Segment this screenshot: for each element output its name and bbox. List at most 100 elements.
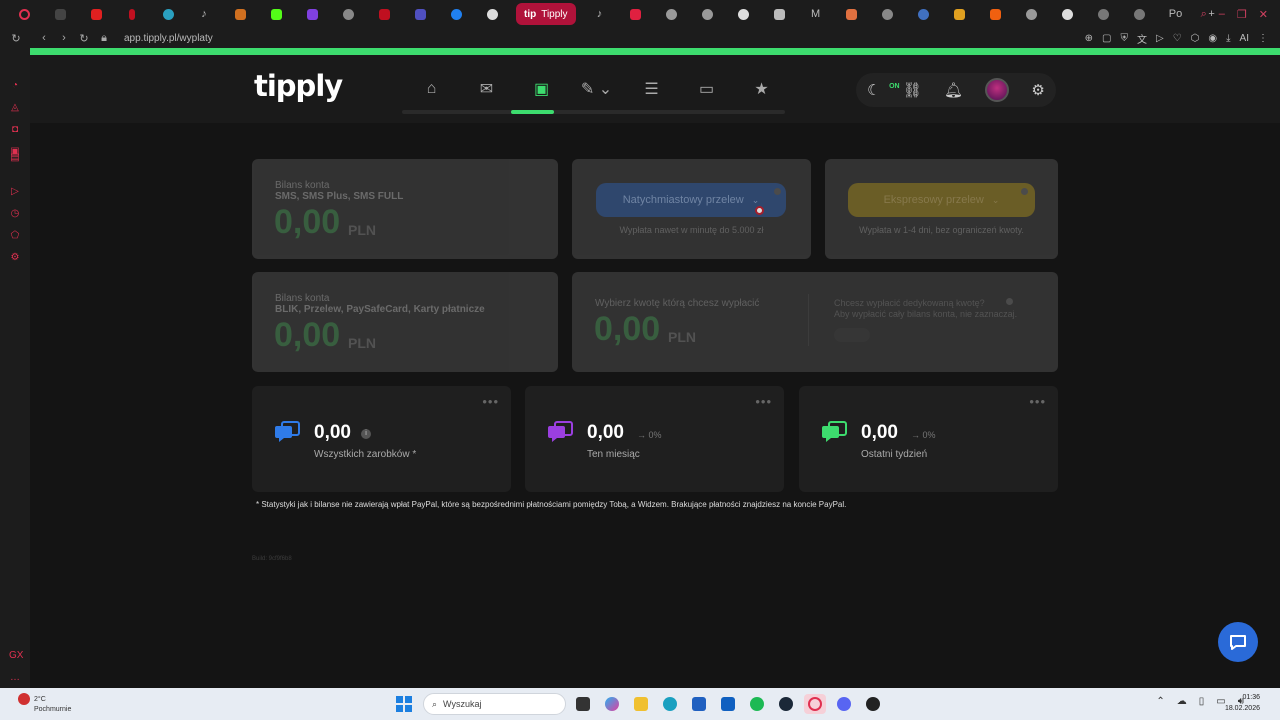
tab-icon[interactable] xyxy=(942,0,978,28)
workspaces-icon[interactable]: ◬ xyxy=(9,102,21,114)
google-tab-icon[interactable] xyxy=(1050,0,1086,28)
heart-icon[interactable]: ♡ xyxy=(1173,33,1182,44)
layers-icon[interactable]: ☰ xyxy=(624,77,679,101)
menu-icon[interactable]: ⋮ xyxy=(1258,33,1268,44)
shield-icon[interactable]: ⛨ xyxy=(1120,33,1128,44)
snapshot-icon[interactable]: ▢ xyxy=(1102,33,1111,44)
tab-icon[interactable] xyxy=(690,0,726,28)
info-icon[interactable] xyxy=(774,188,781,195)
settings-icon[interactable]: ⚙ xyxy=(9,252,21,264)
tab-icon[interactable] xyxy=(870,0,906,28)
tab-po[interactable]: Po xyxy=(1158,0,1194,28)
app-icon[interactable] xyxy=(862,694,884,714)
avatar[interactable] xyxy=(985,78,1010,102)
tab-icon[interactable] xyxy=(366,0,402,28)
tab-icon[interactable] xyxy=(978,0,1014,28)
taskbar-clock[interactable]: 01:36 18.02.2026 xyxy=(1225,692,1260,714)
pin-icon[interactable]: ⊕ xyxy=(1085,33,1093,44)
tiktok-tab-icon[interactable]: ♪ xyxy=(582,0,618,28)
url-field[interactable]: app.tipply.pl/wyplaty xyxy=(124,33,213,44)
minimize-icon[interactable]: – xyxy=(1219,8,1225,20)
tab-icon[interactable] xyxy=(402,0,438,28)
tab-icon[interactable] xyxy=(762,0,798,28)
info-icon[interactable] xyxy=(1006,298,1013,305)
link-icon[interactable]: ⛓ xyxy=(903,81,922,99)
taskbar-search[interactable]: ⌕ Wyszukaj xyxy=(423,693,566,715)
support-chat-button[interactable] xyxy=(1218,622,1258,662)
bell-icon[interactable]: 🔔︎ xyxy=(944,81,963,99)
chevron-up-icon[interactable]: ⌃ xyxy=(1156,696,1164,707)
tab-icon[interactable] xyxy=(42,0,78,28)
tab-icon[interactable] xyxy=(294,0,330,28)
more-options-icon[interactable]: ••• xyxy=(482,394,499,409)
inbox-icon[interactable]: ✉ xyxy=(459,77,514,101)
reload-icon[interactable]: ↻ xyxy=(74,32,94,45)
play-icon[interactable]: ▷ xyxy=(1156,33,1164,44)
gmail-tab-icon[interactable]: M xyxy=(798,0,834,28)
express-payout-button[interactable]: Ekspresowy przelew ⌄ xyxy=(848,183,1035,217)
maximize-icon[interactable]: ❐ xyxy=(1237,8,1247,21)
battery-icon[interactable]: ▯ xyxy=(1199,696,1205,707)
reload-sidebar-icon[interactable]: ↻ xyxy=(6,32,26,45)
tab-icon[interactable] xyxy=(834,0,870,28)
spotify-icon[interactable] xyxy=(746,694,768,714)
tab-icon[interactable] xyxy=(1014,0,1050,28)
choose-amount-value[interactable]: 0,00 xyxy=(594,310,660,349)
tab-icon[interactable] xyxy=(618,0,654,28)
file-explorer-icon[interactable] xyxy=(630,694,652,714)
extensions-icon[interactable]: ⬡ xyxy=(1191,33,1200,44)
ai-icon[interactable]: AI xyxy=(1240,33,1249,44)
profile-icon[interactable]: ◉ xyxy=(1208,33,1217,44)
tab-tipply-active[interactable]: tip Tipply xyxy=(516,3,576,25)
tab-icon[interactable] xyxy=(222,0,258,28)
twitch-icon[interactable]: ▤ xyxy=(9,152,21,164)
kick-tab-icon[interactable] xyxy=(258,0,294,28)
tab-icon[interactable] xyxy=(330,0,366,28)
edit-dropdown-icon[interactable]: ✎ ⌄ xyxy=(569,77,624,101)
bookmarks-icon[interactable]: ⬠ xyxy=(9,230,21,242)
wallet-icon[interactable]: ▣ xyxy=(514,77,569,101)
player-icon[interactable]: ▷ xyxy=(9,186,21,198)
edge-icon[interactable] xyxy=(659,694,681,714)
outlook-icon[interactable] xyxy=(717,694,739,714)
steam-tab-icon[interactable] xyxy=(1086,0,1122,28)
messenger-tab-icon[interactable] xyxy=(438,0,474,28)
opera-gx-icon[interactable] xyxy=(804,694,826,714)
messenger-icon[interactable]: ◘ xyxy=(9,124,21,136)
aria-icon[interactable]: ◔ xyxy=(9,80,21,92)
dark-mode-toggle[interactable]: ☾ ON xyxy=(867,81,900,99)
google-tab-icon[interactable] xyxy=(474,0,510,28)
back-icon[interactable]: ‹ xyxy=(34,32,54,44)
google-tab-icon[interactable] xyxy=(726,0,762,28)
search-tabs-icon[interactable]: ⌕ xyxy=(1201,8,1207,21)
steam-icon[interactable] xyxy=(775,694,797,714)
more-icon[interactable]: … xyxy=(9,672,21,684)
tab-icon[interactable] xyxy=(150,0,186,28)
youtube-tab-icon[interactable] xyxy=(78,0,114,28)
netflix-tab-icon[interactable] xyxy=(114,0,150,28)
steam-tab-icon[interactable] xyxy=(1122,0,1158,28)
dedicated-amount-toggle[interactable] xyxy=(834,328,870,342)
tipply-logo[interactable]: tipply xyxy=(254,69,343,103)
copilot-icon[interactable] xyxy=(601,694,623,714)
info-icon[interactable] xyxy=(1021,188,1028,195)
info-icon[interactable]: i xyxy=(361,429,371,439)
task-view-icon[interactable] xyxy=(572,694,594,714)
weather-widget[interactable]: 2°C Pochmurnie xyxy=(18,693,71,715)
store-icon[interactable] xyxy=(688,694,710,714)
more-options-icon[interactable]: ••• xyxy=(755,394,772,409)
gear-icon[interactable]: ⚙ xyxy=(1031,81,1044,99)
tiktok-tab-icon[interactable]: ♪ xyxy=(186,0,222,28)
star-icon[interactable]: ★ xyxy=(734,77,789,101)
discord-icon[interactable] xyxy=(833,694,855,714)
more-options-icon[interactable]: ••• xyxy=(1029,394,1046,409)
tab-icon[interactable] xyxy=(906,0,942,28)
history-icon[interactable]: ◷ xyxy=(9,208,21,220)
opera-menu-icon[interactable] xyxy=(6,0,42,28)
download-icon[interactable]: ⤓ xyxy=(1226,33,1230,44)
translate-icon[interactable]: 文 xyxy=(1137,31,1147,46)
tab-icon[interactable] xyxy=(654,0,690,28)
close-icon[interactable]: ✕ xyxy=(1259,8,1268,21)
network-icon[interactable]: ☁ xyxy=(1177,696,1187,707)
window-icon[interactable]: ▭ xyxy=(679,77,734,101)
